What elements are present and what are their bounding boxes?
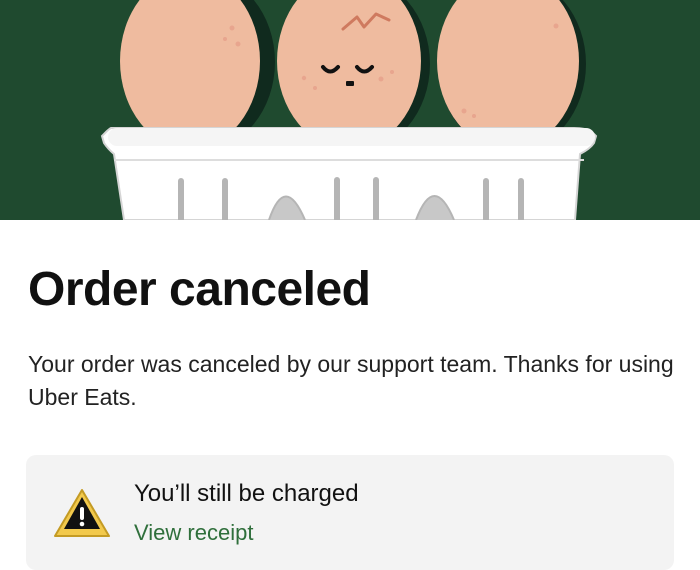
view-receipt-link[interactable]: View receipt	[134, 520, 253, 546]
warning-icon	[54, 489, 110, 537]
cancellation-message: Your order was canceled by our support t…	[28, 351, 674, 411]
order-canceled-screen: Order canceled Your order was canceled b…	[0, 0, 700, 570]
egg-carton	[100, 126, 598, 220]
charge-notice-title: You’ll still be charged	[134, 480, 359, 507]
charge-notice-card	[26, 455, 674, 570]
hero-banner	[0, 0, 700, 220]
eggs-in-carton-illustration	[0, 0, 700, 220]
page-title: Order canceled	[28, 263, 371, 316]
